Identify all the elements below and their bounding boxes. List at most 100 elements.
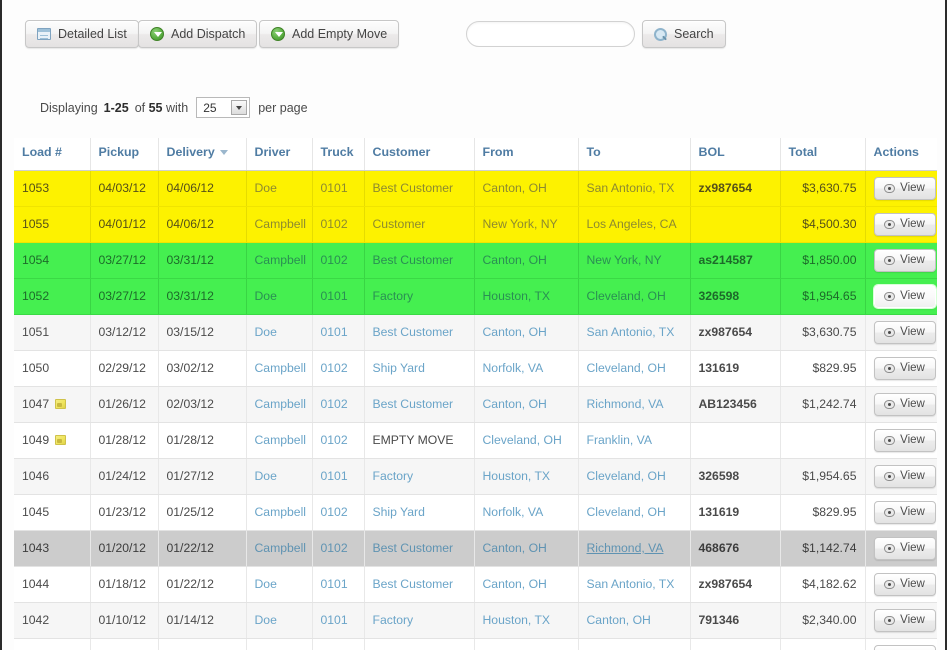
table-row[interactable]: 104301/20/1201/22/12Campbell0102Best Cus… <box>14 530 937 566</box>
table-row[interactable]: 104901/28/1201/28/12Campbell0102EMPTY MO… <box>14 422 937 458</box>
cell-from-link[interactable]: Canton, OH <box>483 541 547 555</box>
cell-truck-link[interactable]: 0102 <box>321 541 348 555</box>
view-button[interactable]: View <box>874 537 936 560</box>
view-button[interactable]: View <box>874 573 936 596</box>
cell-truck-link[interactable]: 0101 <box>321 289 348 303</box>
cell-truck-link[interactable]: 0101 <box>321 181 348 195</box>
cell-to-link[interactable]: Cleveland, OH <box>587 289 666 303</box>
cell-driver-link[interactable]: Campbell <box>255 541 306 555</box>
cell-to-link[interactable]: New York, NY <box>587 253 662 267</box>
detailed-list-button[interactable]: Detailed List <box>25 20 139 48</box>
cell-driver-link[interactable]: Campbell <box>255 361 306 375</box>
view-button[interactable]: View <box>874 429 936 452</box>
cell-from-link[interactable]: New York, NY <box>483 217 558 231</box>
cell-customer-link[interactable]: Ship Yard <box>373 505 425 519</box>
view-button[interactable]: View <box>874 177 936 200</box>
cell-from-link[interactable]: Canton, OH <box>483 397 547 411</box>
view-button[interactable]: View <box>874 393 936 416</box>
column-header-driver[interactable]: Driver <box>246 138 312 170</box>
cell-customer-link[interactable]: Best Customer <box>373 577 454 591</box>
cell-driver-link[interactable]: Doe <box>255 613 277 627</box>
cell-from-link[interactable]: Norfolk, VA <box>483 361 544 375</box>
cell-customer-link[interactable]: Best Customer <box>373 181 454 195</box>
table-row[interactable]: 104101/09/1201/11/12Campbell0102BrokerNo… <box>14 638 937 650</box>
cell-truck-link[interactable]: 0102 <box>321 397 348 411</box>
column-header-from[interactable]: From <box>474 138 578 170</box>
table-row[interactable]: 104701/26/1202/03/12Campbell0102Best Cus… <box>14 386 937 422</box>
cell-driver-link[interactable]: Campbell <box>255 217 306 231</box>
view-button[interactable]: View <box>874 645 936 650</box>
view-button[interactable]: View <box>874 249 936 272</box>
view-button[interactable]: View <box>874 357 936 380</box>
cell-customer-link[interactable]: Best Customer <box>373 397 454 411</box>
cell-from-link[interactable]: Canton, OH <box>483 325 547 339</box>
cell-to-link[interactable]: Franklin, VA <box>587 433 652 447</box>
cell-to-link[interactable]: Cleveland, OH <box>587 505 666 519</box>
cell-to-link[interactable]: San Antonio, TX <box>587 325 675 339</box>
search-input[interactable] <box>466 21 635 47</box>
cell-customer-link[interactable]: Factory <box>373 469 414 483</box>
table-row[interactable]: 105504/01/1204/06/12Campbell0102Customer… <box>14 206 937 242</box>
per-page-select[interactable]: 25 <box>196 97 250 118</box>
column-header-delivery[interactable]: Delivery <box>158 138 246 170</box>
cell-driver-link[interactable]: Campbell <box>255 253 306 267</box>
column-header-truck[interactable]: Truck <box>312 138 364 170</box>
cell-driver-link[interactable]: Campbell <box>255 397 306 411</box>
cell-from-link[interactable]: Cleveland, OH <box>483 433 562 447</box>
cell-driver-link[interactable]: Campbell <box>255 505 306 519</box>
cell-from-link[interactable]: Canton, OH <box>483 181 547 195</box>
cell-truck-link[interactable]: 0102 <box>321 433 348 447</box>
cell-driver-link[interactable]: Doe <box>255 469 277 483</box>
cell-driver-link[interactable]: Doe <box>255 325 277 339</box>
cell-from-link[interactable]: Canton, OH <box>483 253 547 267</box>
cell-truck-link[interactable]: 0101 <box>321 577 348 591</box>
cell-from-link[interactable]: Norfolk, VA <box>483 505 544 519</box>
view-button[interactable]: View <box>874 609 936 632</box>
table-row[interactable]: 105103/12/1203/15/12Doe0101Best Customer… <box>14 314 937 350</box>
table-row[interactable]: 105304/03/1204/06/12Doe0101Best Customer… <box>14 170 937 206</box>
cell-truck-link[interactable]: 0101 <box>321 469 348 483</box>
table-row[interactable]: 104501/23/1201/25/12Campbell0102Ship Yar… <box>14 494 937 530</box>
table-row[interactable]: 104201/10/1201/14/12Doe0101FactoryHousto… <box>14 602 937 638</box>
table-row[interactable]: 104401/18/1201/22/12Doe0101Best Customer… <box>14 566 937 602</box>
cell-driver-link[interactable]: Campbell <box>255 433 306 447</box>
cell-driver-link[interactable]: Doe <box>255 181 277 195</box>
cell-to-link[interactable]: Richmond, VA <box>587 541 664 555</box>
view-button[interactable]: View <box>874 285 936 308</box>
cell-to-link[interactable]: Cleveland, OH <box>587 469 666 483</box>
column-header-load[interactable]: Load # <box>14 138 90 170</box>
cell-customer-link[interactable]: Best Customer <box>373 325 454 339</box>
view-button[interactable]: View <box>874 321 936 344</box>
cell-truck-link[interactable]: 0102 <box>321 253 348 267</box>
column-header-total[interactable]: Total <box>780 138 865 170</box>
cell-to-link[interactable]: Cleveland, OH <box>587 361 666 375</box>
search-button[interactable]: Search <box>642 20 726 48</box>
cell-truck-link[interactable]: 0102 <box>321 361 348 375</box>
cell-to-link[interactable]: San Antonio, TX <box>587 181 675 195</box>
cell-from-link[interactable]: Houston, TX <box>483 289 551 303</box>
cell-to-link[interactable]: Los Angeles, CA <box>587 217 677 231</box>
view-button[interactable]: View <box>874 501 936 524</box>
note-icon[interactable] <box>55 435 66 445</box>
table-row[interactable]: 105002/29/1203/02/12Campbell0102Ship Yar… <box>14 350 937 386</box>
cell-truck-link[interactable]: 0101 <box>321 325 348 339</box>
cell-customer-link[interactable]: Factory <box>373 613 414 627</box>
view-button[interactable]: View <box>874 213 936 236</box>
column-header-customer[interactable]: Customer <box>364 138 474 170</box>
column-header-pickup[interactable]: Pickup <box>90 138 158 170</box>
cell-customer-link[interactable]: Best Customer <box>373 541 454 555</box>
cell-from-link[interactable]: Canton, OH <box>483 577 547 591</box>
add-dispatch-button[interactable]: Add Dispatch <box>138 20 257 48</box>
note-icon[interactable] <box>55 399 66 409</box>
table-row[interactable]: 105403/27/1203/31/12Campbell0102Best Cus… <box>14 242 937 278</box>
cell-customer-link[interactable]: Best Customer <box>373 253 454 267</box>
cell-truck-link[interactable]: 0102 <box>321 217 348 231</box>
cell-from-link[interactable]: Houston, TX <box>483 469 551 483</box>
table-row[interactable]: 104601/24/1201/27/12Doe0101FactoryHousto… <box>14 458 937 494</box>
cell-to-link[interactable]: Richmond, VA <box>587 397 664 411</box>
cell-driver-link[interactable]: Doe <box>255 289 277 303</box>
table-row[interactable]: 105203/27/1203/31/12Doe0101FactoryHousto… <box>14 278 937 314</box>
cell-truck-link[interactable]: 0102 <box>321 505 348 519</box>
add-empty-move-button[interactable]: Add Empty Move <box>259 20 399 48</box>
cell-driver-link[interactable]: Doe <box>255 577 277 591</box>
